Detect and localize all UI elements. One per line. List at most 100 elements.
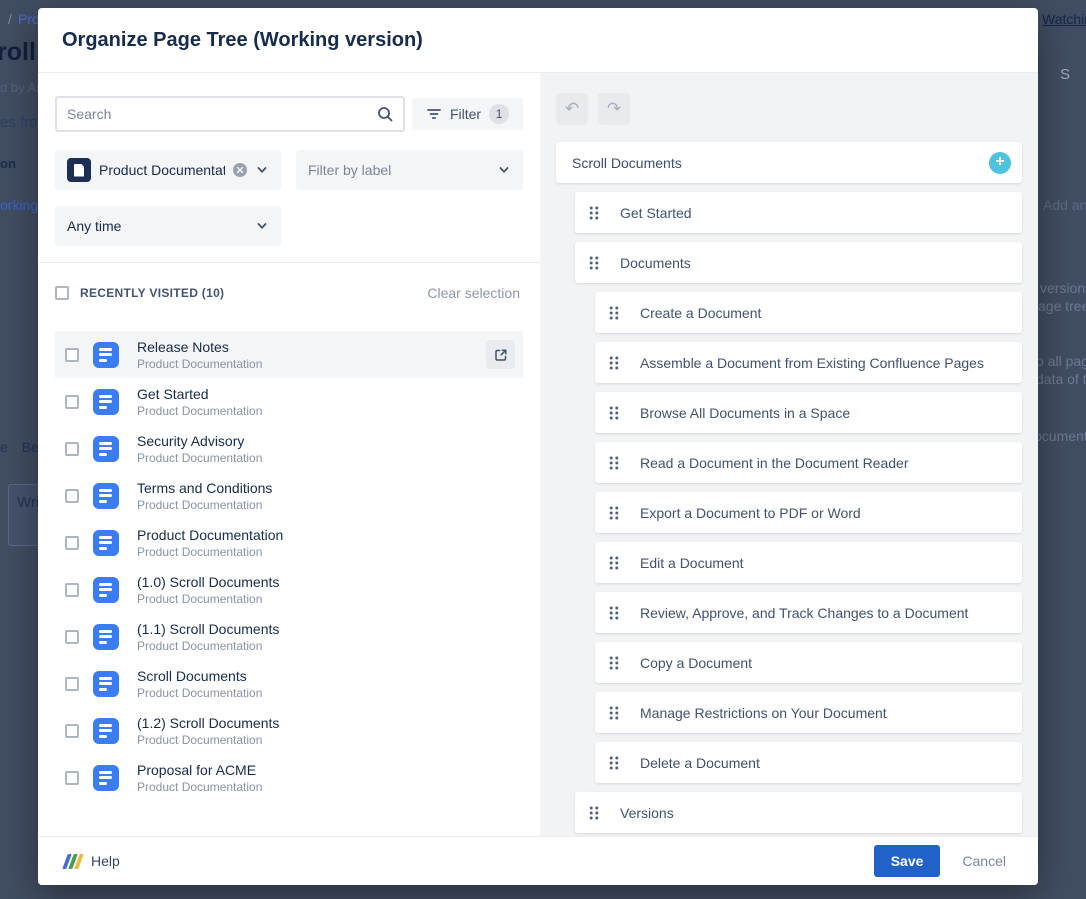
page-space-name: Product Documentation — [137, 450, 262, 466]
tree-node[interactable]: Documents — [575, 242, 1022, 283]
page-title: Terms and Conditions — [137, 479, 272, 497]
drag-handle-icon[interactable] — [609, 456, 619, 470]
page-checkbox[interactable] — [65, 771, 79, 785]
search-panel: Filter 1 Product Documentat — [38, 73, 540, 836]
tree-node[interactable]: Edit a Document — [595, 542, 1022, 583]
tree-node[interactable]: Manage Restrictions on Your Document — [595, 692, 1022, 733]
page-checkbox[interactable] — [65, 724, 79, 738]
page-list-item[interactable]: Terms and Conditions Product Documentati… — [55, 472, 523, 519]
tree-node[interactable]: Create a Document — [595, 292, 1022, 333]
page-list-item[interactable]: Product Documentation Product Documentat… — [55, 519, 523, 566]
tree-node-label: Review, Approve, and Track Changes to a … — [640, 605, 968, 621]
page-list-item[interactable]: (1.2) Scroll Documents Product Documenta… — [55, 707, 523, 754]
tree-node[interactable]: Review, Approve, and Track Changes to a … — [595, 592, 1022, 633]
page-icon — [93, 577, 119, 603]
search-row: Filter 1 — [55, 96, 523, 132]
page-checkbox[interactable] — [65, 583, 79, 597]
page-checkbox[interactable] — [65, 348, 79, 362]
page-checkbox[interactable] — [65, 442, 79, 456]
tree-node[interactable]: Read a Document in the Document Reader — [595, 442, 1022, 483]
page-checkbox[interactable] — [65, 536, 79, 550]
tree-node-label: Copy a Document — [640, 655, 752, 671]
label-filter-select[interactable]: Filter by label — [296, 150, 523, 190]
drag-handle-icon[interactable] — [609, 656, 619, 670]
background-text-fragment: ocument — [1034, 428, 1086, 444]
page-icon — [93, 342, 119, 368]
undo-button[interactable]: ↶ — [556, 93, 588, 125]
clear-selection-button[interactable]: Clear selection — [424, 285, 523, 301]
search-box — [55, 96, 405, 132]
page-checkbox[interactable] — [65, 395, 79, 409]
drag-handle-icon[interactable] — [609, 556, 619, 570]
drag-handle-icon[interactable] — [609, 606, 619, 620]
help-button[interactable]: Help — [65, 853, 120, 869]
tree-node-label: Manage Restrictions on Your Document — [640, 705, 887, 721]
page-title: (1.0) Scroll Documents — [137, 573, 279, 591]
tree-node[interactable]: Versions — [575, 792, 1022, 833]
organize-page-tree-dialog: Organize Page Tree (Working version) — [38, 8, 1038, 885]
page-title: (1.1) Scroll Documents — [137, 620, 279, 638]
page-list-item[interactable]: Get Started Product Documentation — [55, 378, 523, 425]
redo-button[interactable]: ↷ — [598, 93, 630, 125]
drag-handle-icon[interactable] — [609, 756, 619, 770]
background-text-fragment: Add an — [1043, 197, 1086, 213]
page-icon — [93, 436, 119, 462]
page-icon — [93, 718, 119, 744]
tree-node[interactable]: Export a Document to PDF or Word — [595, 492, 1022, 533]
tree-root-node[interactable]: Scroll Documents + — [556, 142, 1022, 183]
open-page-button[interactable] — [486, 340, 515, 369]
page-checkbox[interactable] — [65, 489, 79, 503]
page-checkbox[interactable] — [65, 630, 79, 644]
tree-node-label: Get Started — [620, 205, 692, 221]
add-page-button[interactable]: + — [989, 152, 1011, 174]
page-list-item[interactable]: Security Advisory Product Documentation — [55, 425, 523, 472]
tree-root-label: Scroll Documents — [572, 155, 989, 171]
drag-handle-icon[interactable] — [609, 306, 619, 320]
page-list-item[interactable]: Proposal for ACME Product Documentation — [55, 754, 523, 801]
tree-node[interactable]: Delete a Document — [595, 742, 1022, 783]
dialog-body: Filter 1 Product Documentat — [38, 73, 1038, 836]
save-button[interactable]: Save — [874, 845, 941, 877]
page-space-name: Product Documentation — [137, 591, 279, 607]
tree-node[interactable]: Copy a Document — [595, 642, 1022, 683]
drag-handle-icon[interactable] — [589, 256, 599, 270]
background-text-fragment: data of t — [1036, 371, 1086, 387]
time-filter-value: Any time — [67, 218, 247, 234]
page-title: Get Started — [137, 385, 262, 403]
page-list-item[interactable]: (1.0) Scroll Documents Product Documenta… — [55, 566, 523, 613]
page-icon — [93, 765, 119, 791]
external-link-icon — [493, 347, 509, 363]
page-list-item[interactable]: Release Notes Product Documentation — [55, 331, 523, 378]
remove-filter-icon[interactable] — [233, 163, 247, 177]
drag-handle-icon[interactable] — [609, 406, 619, 420]
drag-handle-icon[interactable] — [609, 706, 619, 720]
filter-button[interactable]: Filter 1 — [412, 98, 523, 130]
tree-node[interactable]: Get Started — [575, 192, 1022, 233]
recently-visited-list: Release Notes Product Documentation — [55, 331, 523, 801]
background-text-fragment: versions — [1040, 280, 1086, 296]
page-title: (1.2) Scroll Documents — [137, 714, 279, 732]
page-list-item[interactable]: Scroll Documents Product Documentation — [55, 660, 523, 707]
space-filter-value: Product Documentat — [99, 162, 225, 178]
page-list-item[interactable]: (1.1) Scroll Documents Product Documenta… — [55, 613, 523, 660]
page-title: Release Notes — [137, 338, 262, 356]
page-space-name: Product Documentation — [137, 497, 272, 513]
time-filter-select[interactable]: Any time — [55, 206, 281, 246]
tree-node-label: Versions — [620, 805, 674, 821]
page-icon — [93, 624, 119, 650]
time-select-row: Any time — [55, 206, 523, 246]
select-all-checkbox[interactable] — [55, 286, 69, 300]
space-filter-select[interactable]: Product Documentat — [55, 150, 281, 190]
search-input[interactable] — [57, 98, 403, 130]
background-text-fragment: age tree — [1038, 298, 1086, 314]
tree-node[interactable]: Assemble a Document from Existing Conflu… — [595, 342, 1022, 383]
tree-node-label: Browse All Documents in a Space — [640, 405, 850, 421]
drag-handle-icon[interactable] — [609, 356, 619, 370]
drag-handle-icon[interactable] — [609, 506, 619, 520]
drag-handle-icon[interactable] — [589, 806, 599, 820]
recently-visited-label: RECENTLY VISITED (10) — [80, 286, 413, 300]
drag-handle-icon[interactable] — [589, 206, 599, 220]
cancel-button[interactable]: Cancel — [962, 853, 1006, 869]
tree-node[interactable]: Browse All Documents in a Space — [595, 392, 1022, 433]
page-checkbox[interactable] — [65, 677, 79, 691]
